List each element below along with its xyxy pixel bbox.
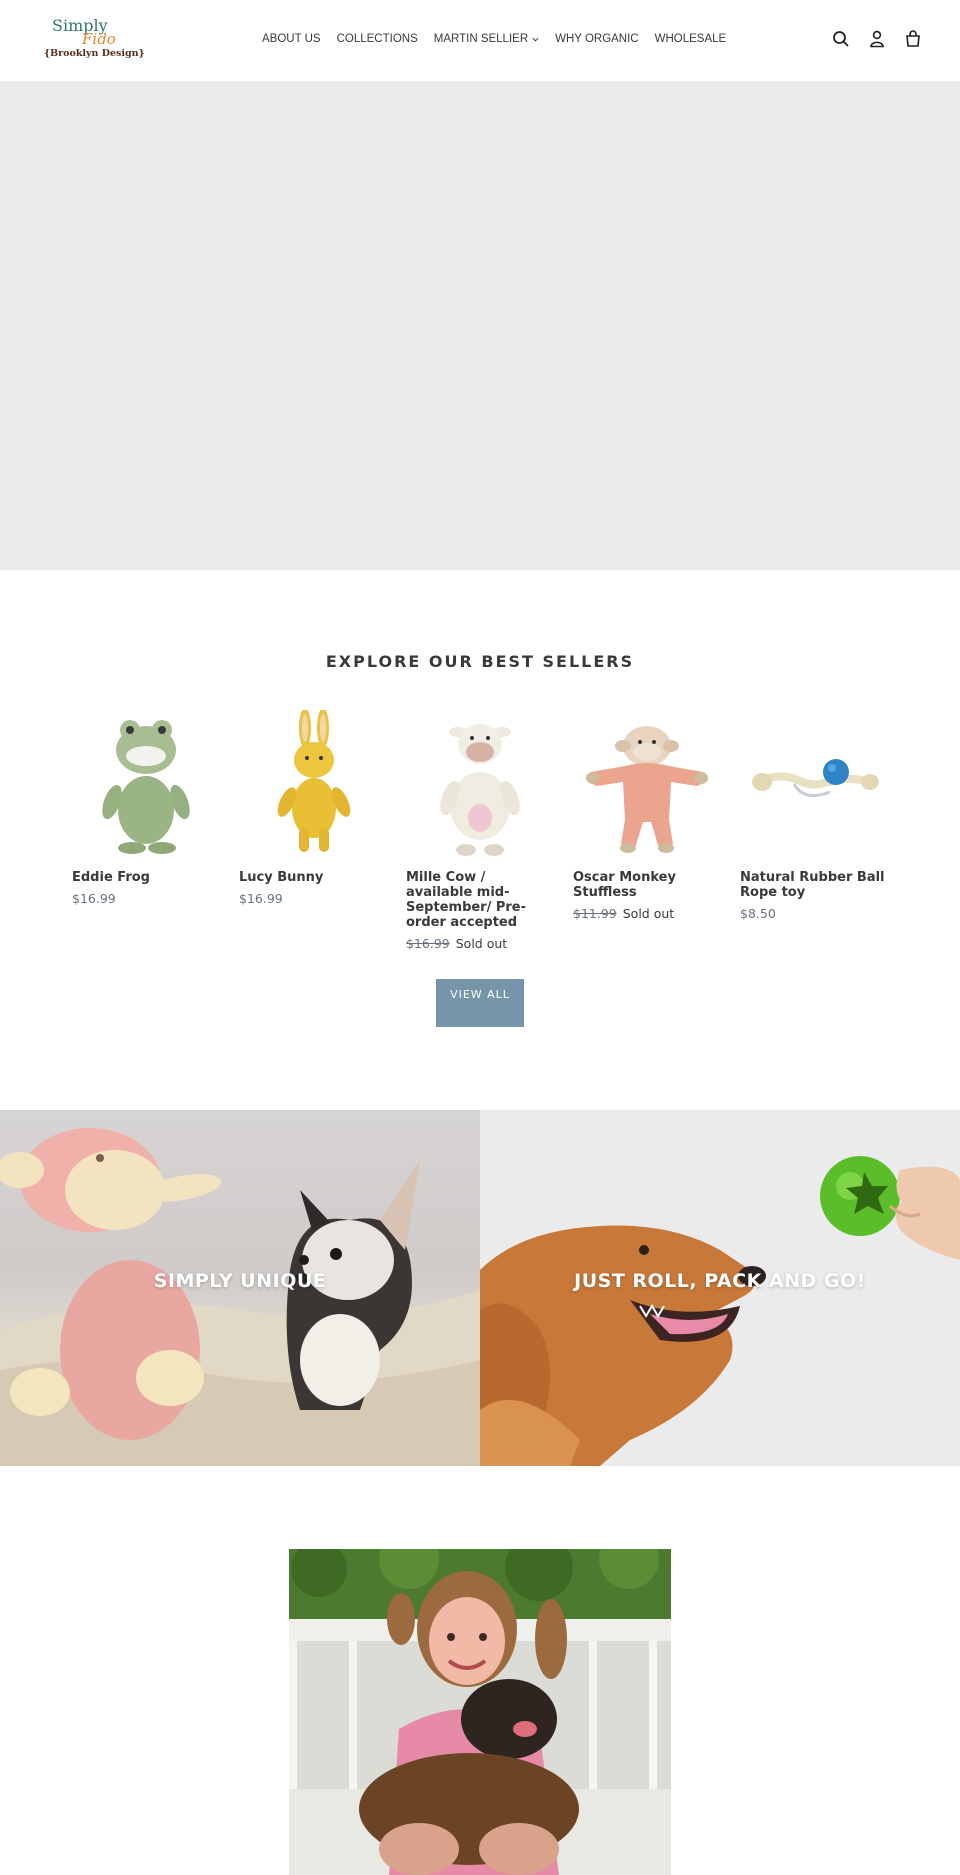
site-header: Simply Fido {Brooklyn Design} ABOUT US C… [0, 0, 960, 82]
chevron-down-icon [532, 37, 539, 42]
product-name[interactable]: Lucy Bunny [239, 870, 387, 885]
collection-simply-unique[interactable]: SIMPLY UNIQUE [0, 1110, 480, 1466]
main-nav: ABOUT US COLLECTIONS MARTIN SELLIER WHY … [262, 33, 742, 45]
site-logo[interactable]: Simply Fido {Brooklyn Design} [44, 16, 145, 64]
sold-out-label: Sold out [455, 936, 508, 951]
product-image-cow[interactable] [406, 710, 554, 860]
logo-line-3: {Brooklyn Design} [44, 48, 145, 59]
product-name[interactable]: Eddie Frog [72, 870, 220, 885]
view-all-button[interactable]: VIEW ALL [436, 979, 524, 1027]
search-icon[interactable] [830, 28, 852, 50]
product-image-monkey[interactable] [573, 710, 721, 860]
product-price: $11.99 Sold out [573, 906, 721, 921]
nav-label: ABOUT US [262, 33, 321, 45]
sold-out-label: Sold out [622, 906, 675, 921]
header-icons [830, 28, 924, 50]
price-value: $8.50 [740, 906, 776, 921]
product-image-frog[interactable] [72, 710, 220, 860]
product-card[interactable]: Eddie Frog $16.99 [72, 710, 220, 951]
collection-label: SIMPLY UNIQUE [153, 1270, 327, 1292]
product-image-bunny[interactable] [239, 708, 387, 860]
nav-martin-sellier[interactable]: MARTIN SELLIER [434, 33, 539, 45]
collection-label: JUST ROLL, PACK AND GO! [574, 1270, 866, 1292]
product-name[interactable]: Oscar Monkey Stuffless [573, 870, 721, 900]
price-value: $16.99 [406, 936, 450, 951]
product-price: $16.99 Sold out [406, 936, 554, 951]
product-card[interactable]: Oscar Monkey Stuffless $11.99 Sold out [573, 710, 721, 951]
product-price: $16.99 [72, 891, 220, 906]
product-card[interactable]: Mille Cow / available mid-September/ Pre… [406, 710, 554, 951]
nav-label: WHOLESALE [654, 33, 727, 45]
nav-why-organic[interactable]: WHY ORGANIC [555, 33, 639, 45]
nav-label: MARTIN SELLIER [433, 33, 529, 45]
nav-label: WHY ORGANIC [555, 33, 639, 45]
product-grid: Eddie Frog $16.99 Lucy Bunny $16.99 Mill… [72, 708, 888, 951]
logo-line-2: Fido [82, 30, 116, 48]
account-icon[interactable] [866, 28, 888, 50]
cart-icon[interactable] [902, 28, 924, 50]
product-card[interactable]: Lucy Bunny $16.99 [239, 708, 387, 951]
collection-roll-pack-go[interactable]: JUST ROLL, PACK AND GO! [480, 1110, 960, 1466]
product-name[interactable]: Mille Cow / available mid-September/ Pre… [406, 870, 554, 930]
girl-with-dog-image [289, 1549, 671, 1875]
product-price: $8.50 [740, 906, 888, 921]
price-value: $16.99 [72, 891, 116, 906]
price-value: $11.99 [573, 906, 617, 921]
nav-about-us[interactable]: ABOUT US [262, 33, 321, 45]
product-price: $16.99 [239, 891, 387, 906]
nav-collections[interactable]: COLLECTIONS [337, 33, 418, 45]
product-image-ball-rope[interactable] [740, 710, 888, 860]
nav-wholesale[interactable]: WHOLESALE [655, 33, 727, 45]
product-card[interactable]: Natural Rubber Ball Rope toy $8.50 [740, 710, 888, 951]
hero-banner [0, 82, 960, 570]
product-name[interactable]: Natural Rubber Ball Rope toy [740, 870, 888, 900]
nav-label: COLLECTIONS [336, 33, 418, 45]
price-value: $16.99 [239, 891, 283, 906]
section-title: EXPLORE OUR BEST SELLERS [325, 652, 635, 671]
